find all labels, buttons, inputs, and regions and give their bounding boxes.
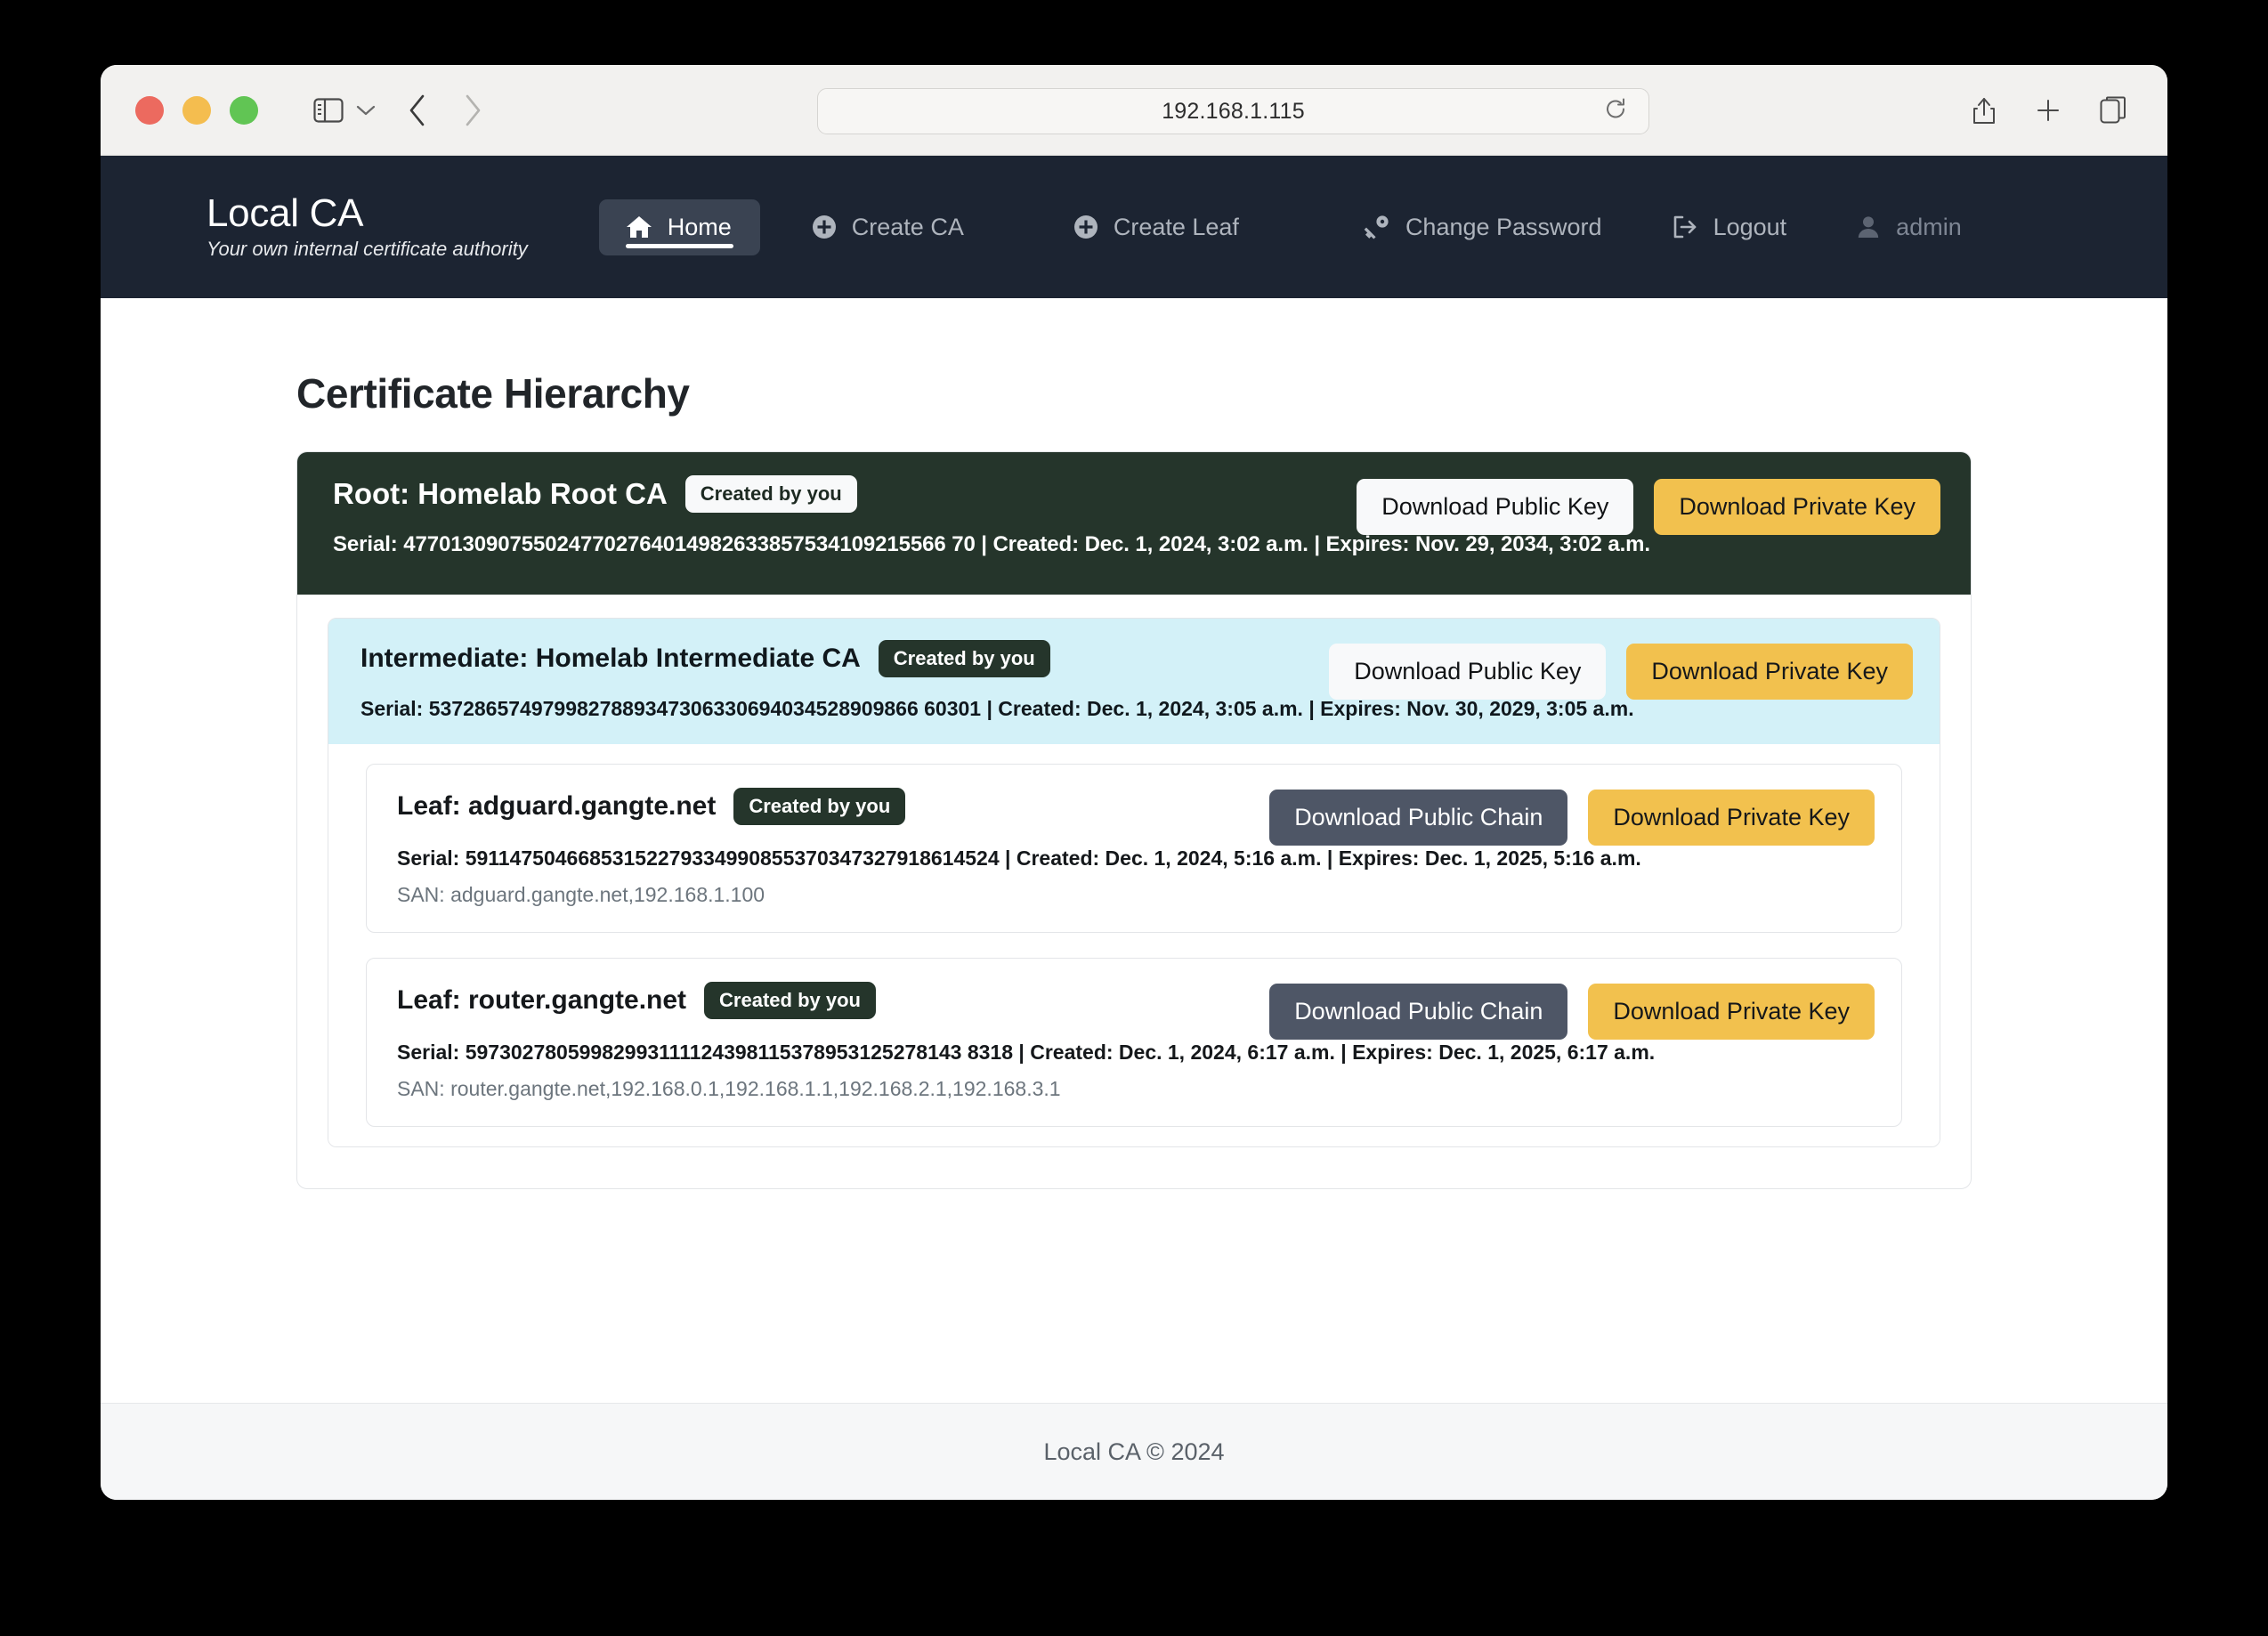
address-bar[interactable]: 192.168.1.115 — [817, 88, 1649, 134]
brand-title: Local CA — [207, 193, 528, 234]
leaf-san-text: SAN: router.gangte.net,192.168.0.1,192.1… — [397, 1077, 1871, 1101]
toolbar-right-actions — [1972, 65, 2126, 156]
tab-overview-icon[interactable] — [2100, 96, 2126, 125]
intermediate-title: Intermediate: Homelab Intermediate CA — [360, 644, 861, 674]
leaf-created-by-you-badge: Created by you — [704, 982, 876, 1019]
intermediate-download-private-key-button[interactable]: Download Private Key — [1626, 644, 1913, 700]
leaf-meta-text: Serial: 59730278059982993111124398115378… — [397, 1041, 1871, 1065]
leaf-button-group: Download Public Chain Download Private K… — [1269, 790, 1875, 846]
reload-icon[interactable] — [1604, 97, 1627, 126]
back-button[interactable] — [408, 93, 427, 127]
app-navbar: Local CA Your own internal certificate a… — [101, 156, 2167, 298]
brand-tagline: Your own internal certificate authority — [207, 238, 528, 261]
plus-circle-icon — [812, 215, 837, 239]
intermediate-meta-text: Serial: 53728657497998278893473063306940… — [360, 697, 1908, 721]
root-download-public-key-button[interactable]: Download Public Key — [1357, 479, 1633, 535]
leaf-certificate-card: Leaf: router.gangte.net Created by you S… — [366, 958, 1902, 1127]
leaf-download-private-key-button[interactable]: Download Private Key — [1588, 790, 1875, 846]
root-certificate-block: Root: Homelab Root CA Created by you Ser… — [297, 452, 1971, 595]
root-created-by-you-badge: Created by you — [685, 475, 857, 513]
page-title: Certificate Hierarchy — [296, 298, 1972, 417]
intermediate-download-public-key-button[interactable]: Download Public Key — [1329, 644, 1606, 700]
intermediate-certificate-block: Intermediate: Homelab Intermediate CA Cr… — [328, 619, 1940, 744]
leaf-certificate-list: Leaf: adguard.gangte.net Created by you … — [328, 744, 1940, 1146]
nav-item-change-password-label: Change Password — [1405, 214, 1602, 241]
intermediate-button-group: Download Public Key Download Private Key — [1329, 644, 1913, 700]
intermediate-wrapper: Intermediate: Homelab Intermediate CA Cr… — [328, 618, 1940, 1147]
sidebar-toggle-icon[interactable] — [313, 98, 344, 123]
user-icon — [1856, 215, 1881, 239]
leaf-download-private-key-button[interactable]: Download Private Key — [1588, 984, 1875, 1040]
maximize-window-button[interactable] — [230, 96, 258, 125]
nav-item-create-ca-label: Create CA — [852, 214, 964, 241]
footer-text: Local CA © 2024 — [1043, 1438, 1224, 1466]
root-button-group: Download Public Key Download Private Key — [1357, 479, 1940, 535]
leaf-meta-text: Serial: 59114750466853152279334990855370… — [397, 846, 1871, 871]
app-footer: Local CA © 2024 — [101, 1403, 2167, 1500]
nav-item-change-password[interactable]: Change Password — [1342, 199, 1624, 255]
leaf-certificate-card: Leaf: adguard.gangte.net Created by you … — [366, 764, 1902, 933]
root-download-private-key-button[interactable]: Download Private Key — [1654, 479, 1940, 535]
nav-item-logout[interactable]: Logout — [1650, 199, 1809, 255]
content-wrapper: Certificate Hierarchy Root: Homelab Root… — [101, 298, 2167, 1189]
url-text: 192.168.1.115 — [1162, 99, 1305, 125]
leaf-download-public-chain-button[interactable]: Download Public Chain — [1269, 984, 1567, 1040]
nav-item-create-leaf-label: Create Leaf — [1114, 214, 1239, 241]
home-icon — [626, 215, 652, 239]
forward-button[interactable] — [463, 93, 482, 127]
nav-links: Home Create CA — [599, 199, 1983, 255]
nested-certificates-area: Intermediate: Homelab Intermediate CA Cr… — [297, 595, 1971, 1188]
share-icon[interactable] — [1972, 95, 1997, 126]
leaf-created-by-you-badge: Created by you — [733, 788, 905, 825]
nav-item-home-label: Home — [668, 214, 732, 241]
chevron-down-icon[interactable] — [356, 104, 376, 117]
leaf-button-group: Download Public Chain Download Private K… — [1269, 984, 1875, 1040]
leaf-san-text: SAN: adguard.gangte.net,192.168.1.100 — [397, 883, 1871, 907]
nav-item-home[interactable]: Home — [599, 199, 760, 255]
nav-item-create-ca[interactable]: Create CA — [790, 199, 985, 255]
logout-icon — [1672, 215, 1698, 239]
browser-window: 192.168.1.115 — [101, 65, 2167, 1500]
brand[interactable]: Local CA Your own internal certificate a… — [207, 193, 528, 260]
leaf-download-public-chain-button[interactable]: Download Public Chain — [1269, 790, 1567, 846]
leaf-title: Leaf: router.gangte.net — [397, 985, 686, 1016]
minimize-window-button[interactable] — [182, 96, 211, 125]
root-meta-text: Serial: 47701309075502477027640149826338… — [333, 532, 1935, 557]
root-title: Root: Homelab Root CA — [333, 477, 668, 511]
intermediate-created-by-you-badge: Created by you — [879, 640, 1050, 677]
nav-item-logout-label: Logout — [1713, 214, 1787, 241]
key-icon — [1364, 215, 1390, 239]
nav-user: admin — [1835, 199, 1983, 255]
plus-circle-icon — [1073, 215, 1098, 239]
nav-user-label: admin — [1896, 214, 1962, 241]
plus-icon[interactable] — [2035, 97, 2061, 124]
page-body: Certificate Hierarchy Root: Homelab Root… — [101, 298, 2167, 1403]
close-window-button[interactable] — [135, 96, 164, 125]
nav-item-create-leaf[interactable]: Create Leaf — [1052, 199, 1260, 255]
certificate-hierarchy-card: Root: Homelab Root CA Created by you Ser… — [296, 451, 1972, 1189]
browser-toolbar: 192.168.1.115 — [101, 65, 2167, 156]
leaf-title: Leaf: adguard.gangte.net — [397, 791, 716, 822]
window-controls — [135, 96, 258, 125]
